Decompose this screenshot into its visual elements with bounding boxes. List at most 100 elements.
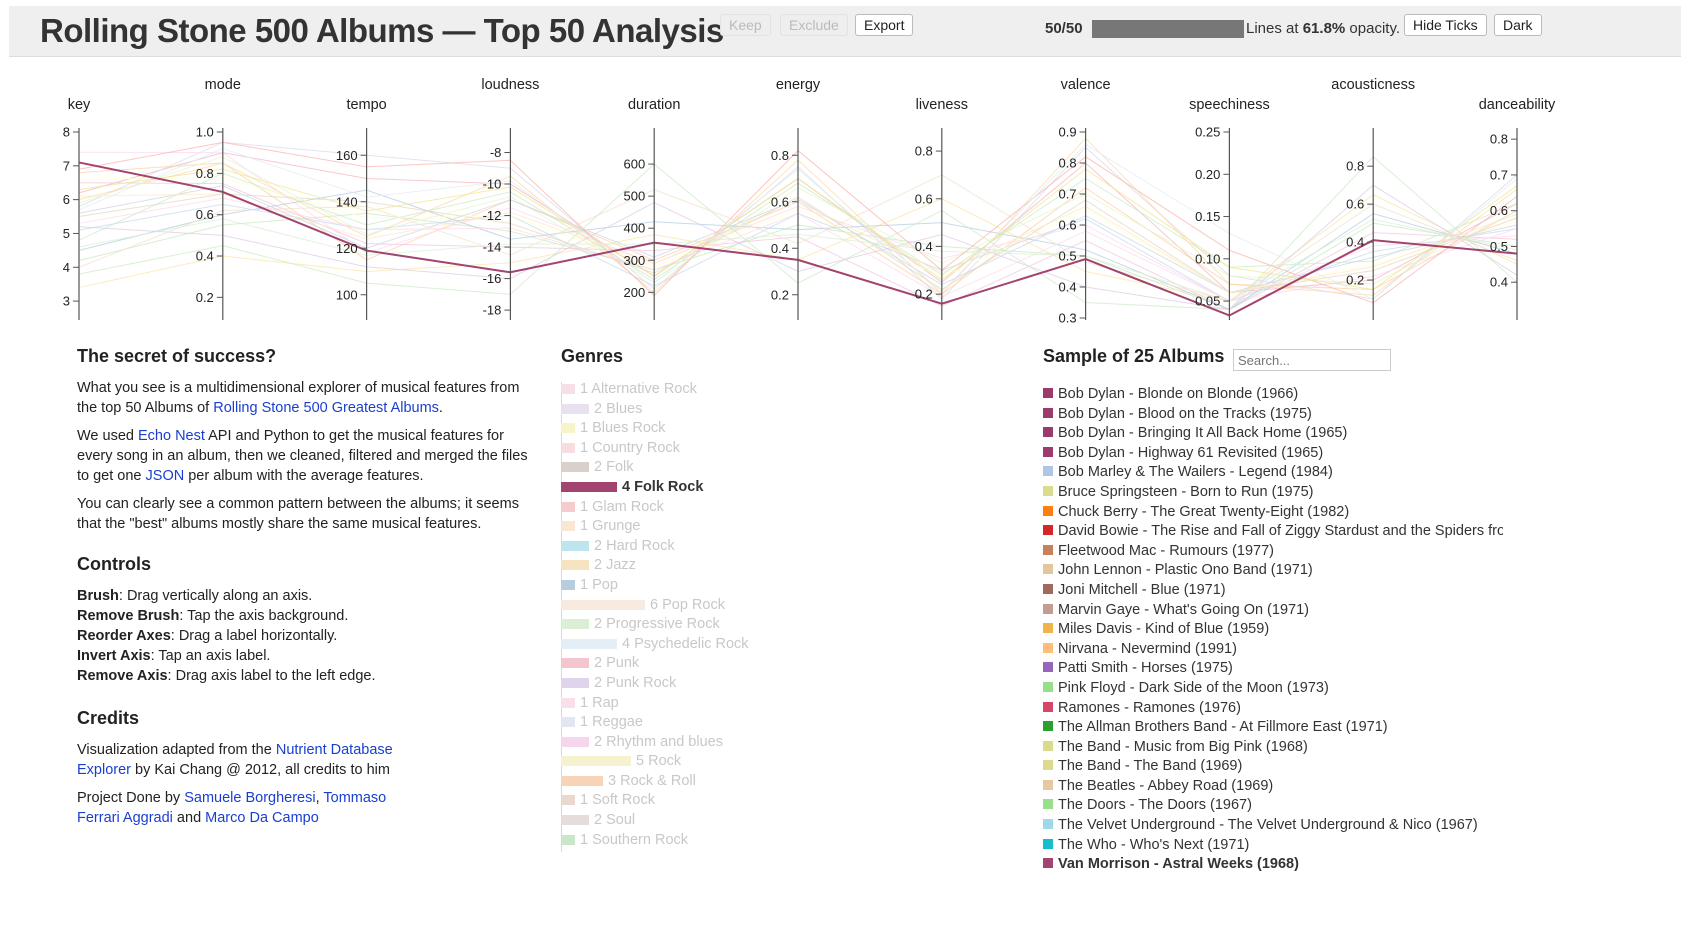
genre-item[interactable]: 2 Blues [561,399,961,419]
axis-label[interactable]: mode [205,77,241,93]
album-item[interactable]: Marvin Gaye - What's Going On (1971) [1043,600,1503,620]
axis-danceability[interactable]: 0.4 0.5 0.6 0.7 0.8 danceability [1479,97,1556,320]
hide-ticks-button[interactable]: Hide Ticks [1404,14,1487,36]
genre-item[interactable]: 1 Grunge [561,516,961,536]
album-item[interactable]: The Allman Brothers Band - At Fillmore E… [1043,717,1503,737]
genre-label: 4 Folk Rock [622,478,704,495]
axis-acousticness[interactable]: 0.2 0.4 0.6 0.8 acousticness [1331,77,1415,320]
genre-item[interactable]: 2 Rhythm and blues [561,732,961,752]
genre-item[interactable]: 1 Pop [561,575,961,595]
credits-text: Visualization adapted from the [77,742,276,758]
json-link[interactable]: JSON [146,468,185,484]
axis-label[interactable]: danceability [1479,97,1556,113]
genre-item[interactable]: 2 Jazz [561,555,961,575]
genre-item[interactable]: 1 Alternative Rock [561,379,961,399]
album-item[interactable]: The Band - Music from Big Pink (1968) [1043,737,1503,757]
genre-item[interactable]: 2 Soul [561,810,961,830]
genre-item[interactable]: 2 Hard Rock [561,536,961,556]
genre-item[interactable]: 6 Pop Rock [561,595,961,615]
genre-item[interactable]: 4 Psychedelic Rock [561,634,961,654]
axis-label[interactable]: acousticness [1331,77,1415,93]
control-text: : Tap an axis label. [150,648,271,664]
about-text: We used [77,428,138,444]
genre-item[interactable]: 2 Punk Rock [561,673,961,693]
tick-label: 0.2 [915,287,933,302]
parallel-coordinates-chart[interactable]: 3 4 5 6 7 8 key 0.2 0.4 0.6 0.8 1.0 mode 100 120 140 160… [9,66,1681,336]
album-item[interactable]: Nirvana - Nevermind (1991) [1043,639,1503,659]
genre-bar [561,442,575,453]
genre-item[interactable]: 2 Progressive Rock [561,614,961,634]
control-item: Invert Axis: Tap an axis label. [77,646,537,666]
genre-item[interactable]: 5 Rock [561,751,961,771]
axis-label[interactable]: key [68,97,91,113]
album-search-input[interactable] [1233,349,1391,371]
genre-item[interactable]: 1 Reggae [561,712,961,732]
genre-item[interactable]: 4 Folk Rock [561,477,961,497]
album-item[interactable]: Bob Dylan - Bringing It All Back Home (1… [1043,423,1503,443]
genre-item[interactable]: 1 Country Rock [561,438,961,458]
genre-bar [561,619,589,630]
album-item[interactable]: David Bowie - The Rise and Fall of Ziggy… [1043,521,1503,541]
album-item[interactable]: Van Morrison - Astral Weeks (1968) [1043,854,1503,874]
axis-loudness[interactable]: -18 -16 -14 -12 -10 -8 loudness [481,77,539,320]
genre-item[interactable]: 2 Punk [561,653,961,673]
genre-bar [561,736,589,747]
album-item[interactable]: Pink Floyd - Dark Side of the Moon (1973… [1043,678,1503,698]
genre-item[interactable]: 1 Southern Rock [561,830,961,850]
axis-duration[interactable]: 200 300 400 500 600 duration [623,97,680,320]
album-item[interactable]: The Band - The Band (1969) [1043,756,1503,776]
album-item[interactable]: The Doors - The Doors (1967) [1043,795,1503,815]
album-item[interactable]: Bob Dylan - Blood on the Tracks (1975) [1043,404,1503,424]
album-item[interactable]: Bruce Springsteen - Born to Run (1975) [1043,482,1503,502]
tick-label: 0.8 [1346,159,1364,174]
album-label: Fleetwood Mac - Rumours (1977) [1058,542,1274,559]
album-item[interactable]: The Who - Who's Next (1971) [1043,835,1503,855]
album-color-swatch [1043,407,1053,418]
album-color-swatch [1043,485,1053,496]
genre-label: 2 Punk [594,655,640,672]
genre-item[interactable]: 1 Glam Rock [561,497,961,517]
genre-item[interactable]: 1 Rap [561,693,961,713]
genre-label: 2 Rhythm and blues [594,733,723,750]
control-item: Remove Axis: Drag axis label to the left… [77,666,537,686]
dark-mode-button[interactable]: Dark [1494,14,1542,36]
album-item[interactable]: Joni Mitchell - Blue (1971) [1043,580,1503,600]
export-button[interactable]: Export [855,14,914,36]
album-color-swatch [1043,819,1053,830]
album-item[interactable]: The Velvet Underground - The Velvet Unde… [1043,815,1503,835]
album-item[interactable]: Fleetwood Mac - Rumours (1977) [1043,541,1503,561]
album-item[interactable]: John Lennon - Plastic Ono Band (1971) [1043,560,1503,580]
axis-label[interactable]: tempo [346,97,386,113]
axis-label[interactable]: speechiness [1189,97,1270,113]
album-item[interactable]: Ramones - Ramones (1976) [1043,698,1503,718]
album-item[interactable]: The Beatles - Abbey Road (1969) [1043,776,1503,796]
tick-label: 3 [63,294,70,309]
album-label: Bob Dylan - Blonde on Blonde (1966) [1058,386,1299,402]
author-link-da-campo[interactable]: Marco Da Campo [205,810,319,826]
exclude-button[interactable]: Exclude [780,14,848,36]
album-item[interactable]: Miles Davis - Kind of Blue (1959) [1043,619,1503,639]
album-item[interactable]: Bob Dylan - Highway 61 Revisited (1965) [1043,443,1503,463]
tick-label: 7 [63,158,70,173]
album-item[interactable]: Chuck Berry - The Great Twenty-Eight (19… [1043,502,1503,522]
genre-label: 1 Reggae [580,714,643,731]
genre-item[interactable]: 2 Folk [561,457,961,477]
genre-item[interactable]: 3 Rock & Roll [561,771,961,791]
genre-item[interactable]: 1 Blues Rock [561,418,961,438]
genre-item[interactable]: 1 Soft Rock [561,790,961,810]
credits-paragraph-1: Visualization adapted from the Nutrient … [77,740,417,780]
album-item[interactable]: Bob Dylan - Blonde on Blonde (1966) [1043,384,1503,404]
axis-label[interactable]: valence [1061,77,1111,93]
echo-nest-link[interactable]: Echo Nest [138,428,205,444]
author-link-borgheresi[interactable]: Samuele Borgheresi [184,790,315,806]
rolling-stone-link[interactable]: Rolling Stone 500 Greatest Albums [213,400,439,416]
album-item[interactable]: Patti Smith - Horses (1975) [1043,658,1503,678]
control-text: : Drag axis label to the left edge. [167,668,376,684]
axis-key[interactable]: 3 4 5 6 7 8 key [63,97,91,320]
album-item[interactable]: Bob Marley & The Wailers - Legend (1984) [1043,462,1503,482]
axis-label[interactable]: liveness [916,97,968,113]
axis-label[interactable]: loudness [481,77,539,93]
axis-label[interactable]: energy [776,77,821,93]
axis-label[interactable]: duration [628,97,680,113]
keep-button[interactable]: Keep [720,14,771,36]
